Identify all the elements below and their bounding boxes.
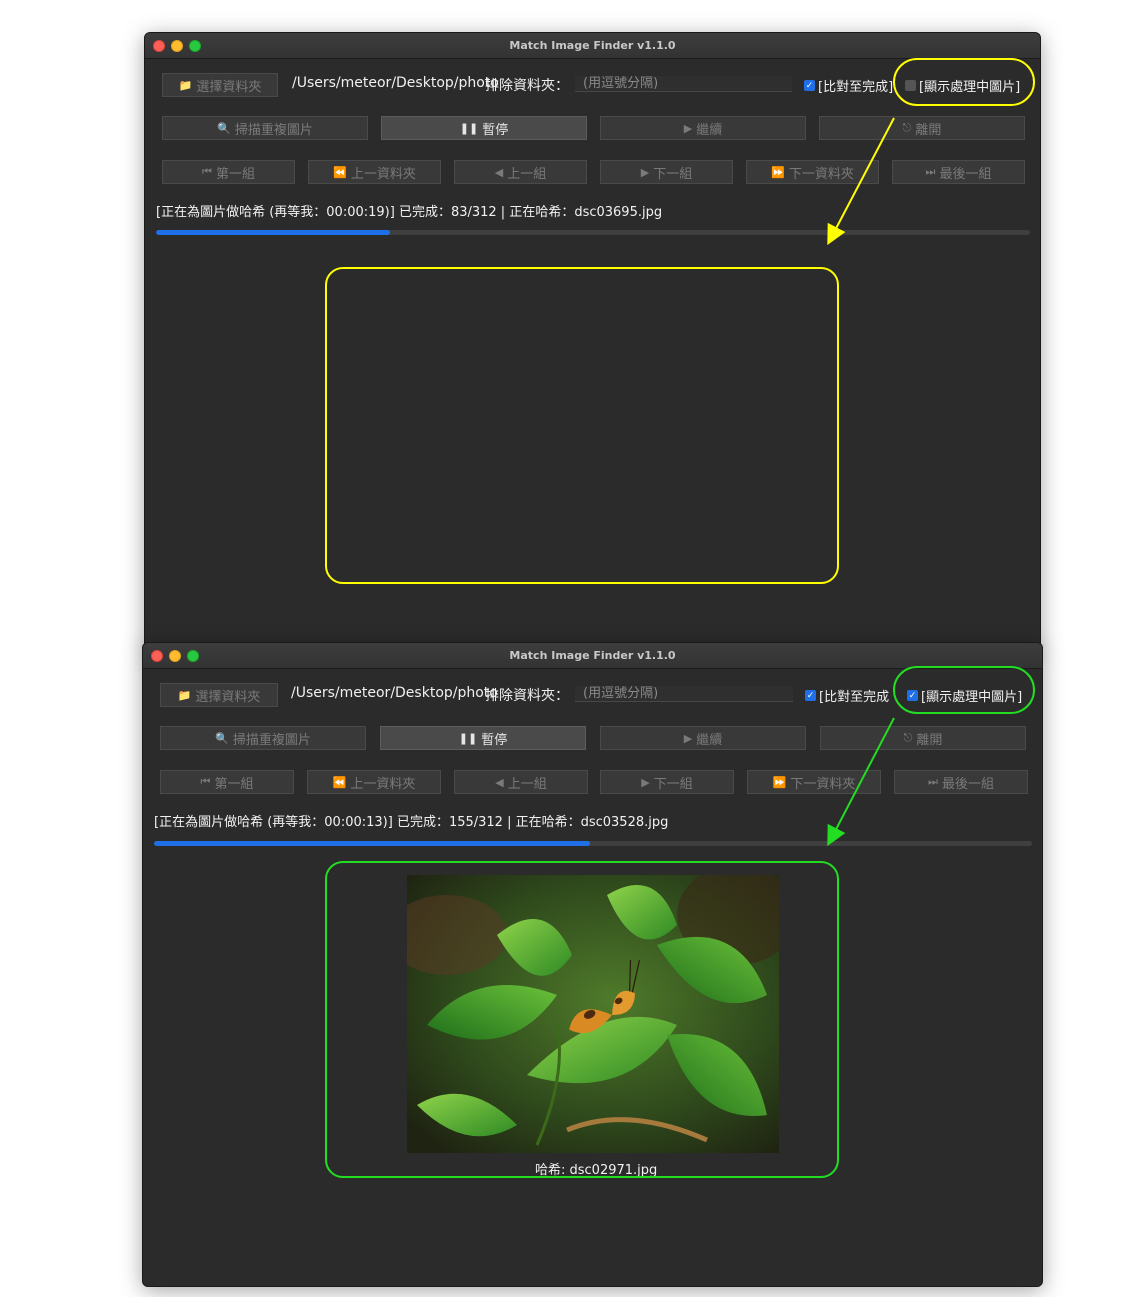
status-text: [正在為圖片做哈希 (再等我：00:00:19)] 已完成：83/312 | 正… — [156, 205, 663, 220]
folder-icon: 📁 — [177, 688, 192, 702]
next-icon: ▶ — [641, 775, 650, 789]
skip-first-icon: ⏮ — [202, 165, 212, 178]
first-group-label: 第一組 — [214, 776, 254, 792]
magnifier-icon: 🔍 — [217, 121, 231, 135]
pause-label: 暫停 — [482, 122, 509, 138]
exclude-folders-input[interactable] — [575, 76, 792, 92]
status-text: [正在為圖片做哈希 (再等我：00:00:13)] 已完成：155/312 | … — [154, 815, 669, 830]
prev-group-button[interactable]: ◀ 上一組 — [454, 160, 587, 184]
next-folder-label: 下一資料夾 — [788, 166, 854, 182]
compare-complete-label: [比對至完成 — [819, 690, 890, 705]
compare-complete-checkbox[interactable]: ✓ [比對至完成] — [804, 76, 893, 95]
prev-group-label: 上一組 — [507, 776, 547, 792]
leave-label: 離開 — [916, 732, 943, 748]
title-bar: Match Image Finder v1.1.0 — [143, 643, 1042, 669]
highlight-image-preview-area — [325, 861, 839, 1178]
leave-button[interactable]: ⎋ 離開 — [819, 116, 1025, 140]
prev-group-label: 上一組 — [507, 166, 547, 182]
exclude-folders-label: 排除資料夾： — [485, 78, 569, 94]
scan-label: 掃描重複圖片 — [234, 122, 313, 138]
first-group-label: 第一組 — [215, 166, 255, 182]
magnifier-icon: 🔍 — [215, 731, 229, 745]
folder-path: /Users/meteor/Desktop/photo — [292, 75, 499, 91]
fast-forward-icon: ⏩ — [771, 165, 785, 179]
rewind-icon: ⏪ — [332, 775, 347, 789]
play-icon: ▶ — [683, 121, 693, 135]
prev-folder-label: 上一資料夾 — [350, 166, 416, 182]
next-icon: ▶ — [640, 165, 650, 179]
prev-folder-label: 上一資料夾 — [350, 776, 416, 792]
prev-icon: ◀ — [495, 775, 504, 789]
progress-bar — [154, 841, 1032, 846]
prev-folder-button[interactable]: ⏪ 上一資料夾 — [307, 770, 441, 794]
rewind-icon: ⏪ — [333, 165, 347, 179]
compare-complete-checkbox[interactable]: ✓ [比對至完成 — [805, 686, 889, 705]
pause-button[interactable]: ❚❚ 暫停 — [381, 116, 587, 140]
pause-icon: ❚❚ — [459, 121, 479, 135]
exit-icon: ⎋ — [903, 731, 913, 744]
scan-duplicates-button[interactable]: 🔍 掃描重複圖片 — [162, 116, 368, 140]
checkbox-checked-icon: ✓ — [805, 690, 816, 701]
progress-fill — [156, 230, 391, 235]
last-group-button[interactable]: ⏭ 最後一組 — [892, 160, 1025, 184]
pause-icon: ❚❚ — [458, 731, 478, 745]
highlight-empty-preview-area — [325, 267, 839, 584]
pause-label: 暫停 — [481, 732, 508, 748]
exclude-folders-input[interactable] — [575, 686, 793, 702]
exit-icon: ⎋ — [902, 121, 912, 134]
prev-folder-button[interactable]: ⏪ 上一資料夾 — [308, 160, 441, 184]
highlight-show-processing-on — [893, 666, 1035, 714]
first-group-button[interactable]: ⏮ 第一組 — [162, 160, 295, 184]
compare-complete-label: [比對至完成] — [818, 80, 894, 95]
next-folder-button[interactable]: ⏩ 下一資料夾 — [746, 160, 879, 184]
pause-button[interactable]: ❚❚ 暫停 — [380, 726, 586, 750]
next-folder-button[interactable]: ⏩ 下一資料夾 — [747, 770, 881, 794]
title-bar: Match Image Finder v1.1.0 — [145, 33, 1040, 59]
last-group-label: 最後一組 — [939, 166, 992, 182]
exclude-folders-label: 排除資料夾： — [485, 688, 569, 704]
scan-duplicates-button[interactable]: 🔍 掃描重複圖片 — [160, 726, 366, 750]
next-group-label: 下一組 — [653, 166, 693, 182]
last-group-label: 最後一組 — [941, 776, 994, 792]
first-group-button[interactable]: ⏮ 第一組 — [160, 770, 294, 794]
folder-icon: 📁 — [178, 78, 193, 92]
choose-folder-label: 選擇資料夾 — [195, 689, 261, 705]
choose-folder-button[interactable]: 📁 選擇資料夾 — [160, 683, 278, 707]
continue-label: 繼續 — [696, 122, 723, 138]
window-title: Match Image Finder v1.1.0 — [509, 39, 676, 52]
choose-folder-button[interactable]: 📁 選擇資料夾 — [162, 73, 278, 97]
folder-path: /Users/meteor/Desktop/photo — [291, 685, 498, 701]
leave-label: 離開 — [915, 122, 942, 138]
last-group-button[interactable]: ⏭ 最後一組 — [894, 770, 1028, 794]
continue-label: 繼續 — [696, 732, 723, 748]
next-group-button[interactable]: ▶ 下一組 — [600, 770, 734, 794]
checkbox-checked-icon: ✓ — [804, 80, 815, 91]
scan-label: 掃描重複圖片 — [232, 732, 311, 748]
skip-first-icon: ⏮ — [200, 775, 211, 788]
play-icon: ▶ — [683, 731, 693, 745]
skip-last-icon: ⏭ — [925, 165, 936, 178]
choose-folder-label: 選擇資料夾 — [196, 79, 262, 95]
highlight-show-processing-off — [893, 58, 1035, 106]
continue-button[interactable]: ▶ 繼續 — [600, 116, 806, 140]
next-folder-label: 下一資料夾 — [790, 776, 856, 792]
next-group-button[interactable]: ▶ 下一組 — [600, 160, 733, 184]
fast-forward-icon: ⏩ — [772, 775, 787, 789]
prev-group-button[interactable]: ◀ 上一組 — [454, 770, 588, 794]
prev-icon: ◀ — [494, 165, 504, 179]
next-group-label: 下一組 — [653, 776, 693, 792]
skip-last-icon: ⏭ — [928, 775, 938, 788]
progress-fill — [154, 841, 591, 846]
leave-button[interactable]: ⎋ 離開 — [820, 726, 1026, 750]
window-title: Match Image Finder v1.1.0 — [509, 649, 676, 662]
progress-bar — [156, 230, 1030, 235]
continue-button[interactable]: ▶ 繼續 — [600, 726, 806, 750]
